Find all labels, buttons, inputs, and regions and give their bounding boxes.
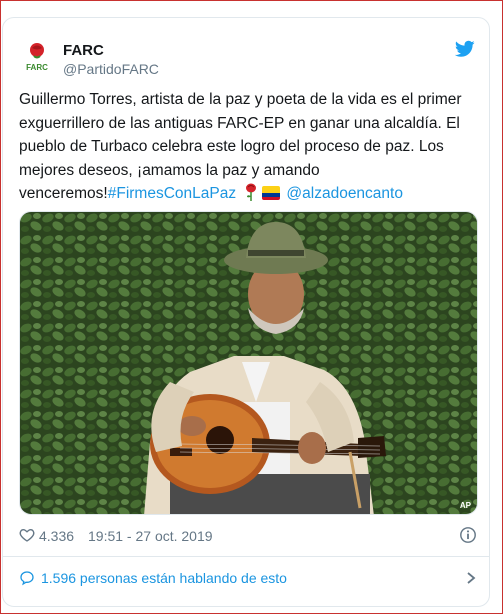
tweet-meta: 4.336 19:51 - 27 oct. 2019 <box>19 526 477 546</box>
info-icon[interactable] <box>459 526 477 544</box>
account-name[interactable]: FARC <box>63 42 104 59</box>
conversation-label[interactable]: 1.596 personas están hablando de esto <box>41 570 287 586</box>
tweet-card[interactable]: FARC FARC @PartidoFARC Guillermo Torres,… <box>2 17 490 607</box>
avatar-label: FARC <box>26 63 48 72</box>
divider <box>3 556 489 557</box>
heart-icon[interactable] <box>19 527 35 543</box>
tweet-photo[interactable]: AP <box>19 211 478 515</box>
tweet-header: FARC FARC @PartidoFARC <box>19 40 477 80</box>
photo-credit: AP <box>459 501 471 510</box>
rose-logo-icon: FARC <box>26 43 48 72</box>
like-count[interactable]: 4.336 <box>39 528 74 544</box>
conversation-link[interactable]: 1.596 personas están hablando de esto <box>19 568 477 590</box>
twitter-bird-icon[interactable] <box>455 40 475 58</box>
mention-link[interactable]: @alzadoencanto <box>286 185 403 202</box>
speech-bubble-icon <box>20 571 34 586</box>
colombia-flag-icon <box>262 186 281 200</box>
tweet-text: Guillermo Torres, artista de la paz y po… <box>19 88 479 206</box>
photo-guitarist <box>20 212 477 514</box>
hashtag-link[interactable]: #FirmesConLaPaz <box>108 185 236 202</box>
tweet-timestamp[interactable]: 19:51 - 27 oct. 2019 <box>88 528 213 544</box>
chevron-right-icon[interactable] <box>465 571 477 585</box>
account-handle[interactable]: @PartidoFARC <box>63 61 159 77</box>
avatar[interactable]: FARC <box>19 40 55 76</box>
rose-emoji-icon <box>246 183 257 201</box>
